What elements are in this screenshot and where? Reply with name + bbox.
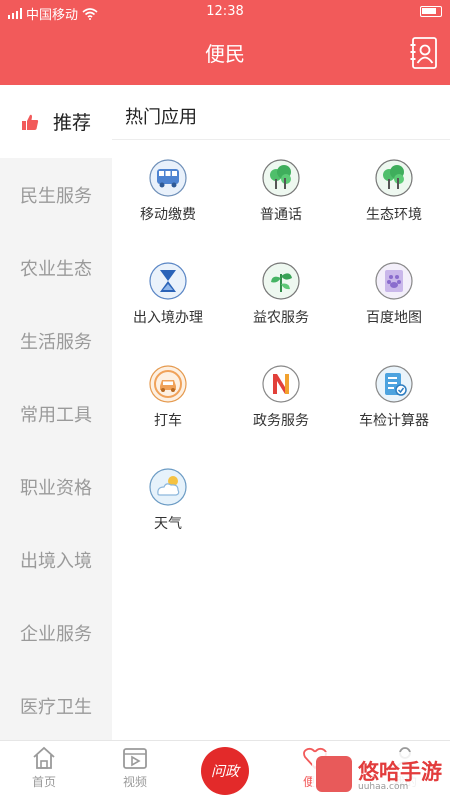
sidebar-item-label: 职业资格 <box>20 477 92 499</box>
sidebar-item-label: 企业服务 <box>20 623 92 645</box>
sidebar-item-label: 出境入境 <box>20 550 92 572</box>
thumbs-up-icon <box>21 114 39 130</box>
app-mandarin[interactable]: 普通话 <box>225 159 337 224</box>
category-sidebar: 推荐 民生服务 农业生态 生活服务 常用工具 职业资格 出境入境 企业服务 医疗… <box>0 85 112 740</box>
app-agri-service[interactable]: 益农服务 <box>225 262 337 327</box>
clock: 12:38 <box>206 4 244 19</box>
status-bar: 中国移动 12:38 <box>0 0 450 24</box>
app-label: 百度地图 <box>366 310 422 326</box>
video-icon <box>123 748 147 769</box>
app-label: 政务服务 <box>253 413 309 429</box>
tree-icon <box>375 159 413 197</box>
tab-label: 视频 <box>122 775 147 789</box>
checklist-icon <box>375 365 413 403</box>
sidebar-item-label: 民生服务 <box>20 185 92 207</box>
app-label: 车检计算器 <box>359 413 429 429</box>
app-car-inspection[interactable]: 车检计算器 <box>338 365 450 430</box>
sidebar-item-enterprise[interactable]: 企业服务 <box>0 596 112 669</box>
app-ecology[interactable]: 生态环境 <box>338 159 450 224</box>
bus-icon <box>149 159 187 197</box>
sidebar-item-recommend[interactable]: 推荐 <box>0 85 112 158</box>
sidebar-item-label: 医疗卫生 <box>20 696 92 718</box>
tab-home[interactable]: 首页 <box>14 741 74 790</box>
sidebar-item-tools[interactable]: 常用工具 <box>0 377 112 450</box>
sidebar-item-label: 推荐 <box>52 112 91 134</box>
leaf-icon <box>262 262 300 300</box>
sidebar-item-label: 生活服务 <box>20 331 92 353</box>
profile-card-icon[interactable] <box>410 36 438 70</box>
watermark: 悠哈手游 uuhaa.com <box>312 752 444 796</box>
wenzheng-button[interactable]: 问政 <box>201 747 249 795</box>
app-label: 益农服务 <box>253 310 309 326</box>
sidebar-item-life-services[interactable]: 生活服务 <box>0 304 112 377</box>
app-taxi[interactable]: 打车 <box>112 365 224 430</box>
app-label: 打车 <box>154 413 182 429</box>
tab-label: 首页 <box>31 775 56 789</box>
map-icon <box>375 262 413 300</box>
sidebar-item-medical[interactable]: 医疗卫生 <box>0 669 112 742</box>
tab-video[interactable]: 视频 <box>105 741 165 790</box>
app-label: 移动缴费 <box>140 207 196 223</box>
app-baidu-map[interactable]: 百度地图 <box>338 262 450 327</box>
car-icon <box>149 365 187 403</box>
hourglass-icon <box>149 262 187 300</box>
app-weather[interactable]: 天气 <box>112 468 224 533</box>
sidebar-item-entry-exit[interactable]: 出境入境 <box>0 523 112 596</box>
home-icon <box>33 746 55 769</box>
sidebar-item-livelihood[interactable]: 民生服务 <box>0 158 112 231</box>
top-bar: 中国移动 12:38 便民 <box>0 0 450 85</box>
page-title: 便民 <box>205 42 245 66</box>
sidebar-item-qualification[interactable]: 职业资格 <box>0 450 112 523</box>
weather-icon <box>149 468 187 506</box>
battery-icon <box>420 6 442 17</box>
gov-icon <box>262 365 300 403</box>
sidebar-item-label: 常用工具 <box>20 404 92 426</box>
app-gov-service[interactable]: 政务服务 <box>225 365 337 430</box>
watermark-subtext: uuhaa.com <box>358 782 409 792</box>
section-title: 热门应用 <box>125 107 197 128</box>
sidebar-item-agriculture[interactable]: 农业生态 <box>0 231 112 304</box>
sidebar-item-label: 农业生态 <box>20 258 92 280</box>
app-label: 出入境办理 <box>133 310 203 326</box>
app-grid-panel: 热门应用 移动缴费 普通话 生态环境 出入境办理 益农服务 百度地图 打车 政务… <box>112 85 450 740</box>
app-exit-entry[interactable]: 出入境办理 <box>112 262 224 327</box>
app-label: 普通话 <box>260 207 302 223</box>
tree-icon <box>262 159 300 197</box>
app-label: 天气 <box>154 516 182 532</box>
app-label: 生态环境 <box>366 207 422 223</box>
watermark-logo-icon <box>316 756 352 792</box>
app-mobile-payment[interactable]: 移动缴费 <box>112 159 224 224</box>
section-divider <box>112 139 450 140</box>
